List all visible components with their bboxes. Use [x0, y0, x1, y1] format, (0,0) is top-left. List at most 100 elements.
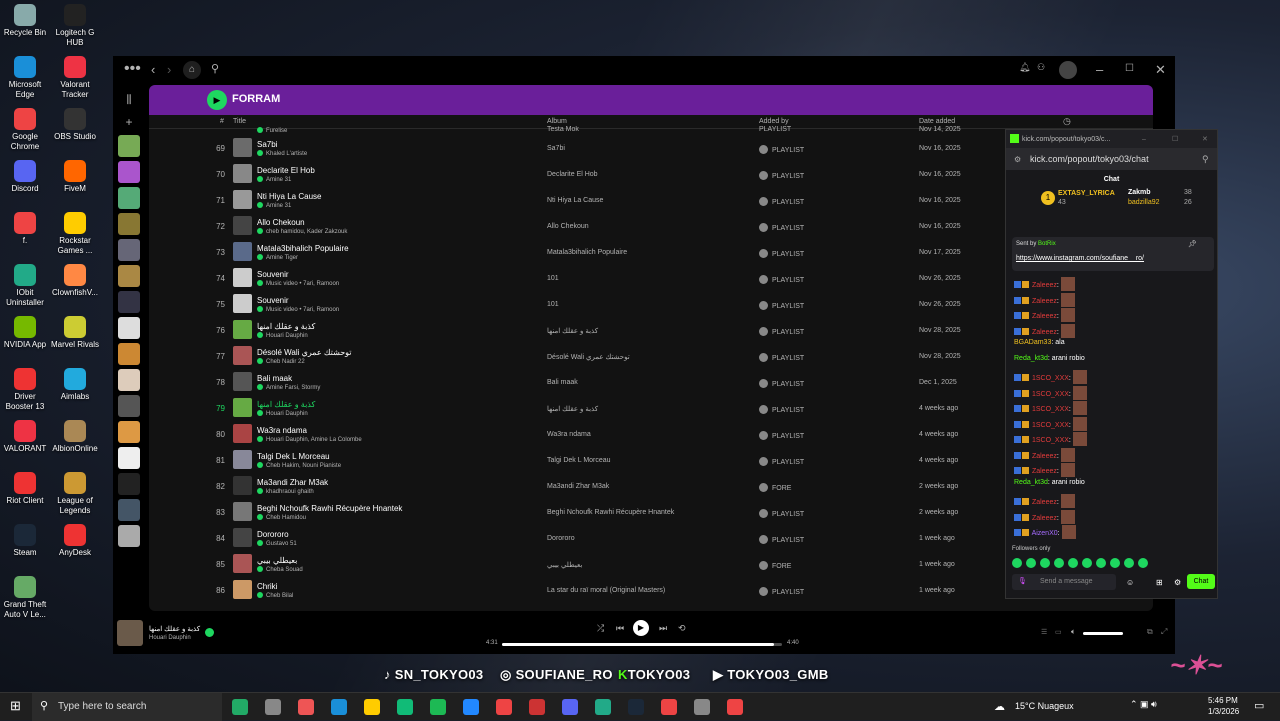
added-by[interactable]: FORE	[759, 561, 791, 570]
library-item[interactable]	[118, 265, 140, 287]
search-icon[interactable]: ⚲	[211, 62, 219, 75]
chat-username[interactable]: Zaleeez	[1032, 453, 1057, 460]
track-artist[interactable]: Amine Farsi, Stormy	[257, 384, 320, 391]
track-album[interactable]: Bali maak	[547, 379, 578, 386]
chat-message[interactable]: AizenX0:	[1014, 525, 1076, 539]
track-artist[interactable]: Houari Dauphin	[257, 332, 308, 339]
emote-icon[interactable]	[1054, 558, 1064, 568]
windows-start-icon[interactable]: ⊞	[10, 698, 21, 714]
desktop-icon[interactable]: VALORANT	[0, 420, 50, 454]
track-artist[interactable]: Cheb Nadir 22	[257, 358, 305, 365]
track-title[interactable]: بعيطلي بيبي	[257, 556, 297, 565]
desktop-icon[interactable]: AlbionOnline	[50, 420, 100, 454]
chat-message[interactable]: Zaleeez:	[1014, 509, 1075, 524]
desktop-icon[interactable]: ClownfishV...	[50, 264, 100, 298]
track-title[interactable]: Ma3andi Zhar M3ak	[257, 478, 328, 487]
more-menu-icon[interactable]: •••	[124, 60, 141, 78]
chat-message[interactable]: Zaleeez:	[1014, 494, 1075, 508]
desktop-icon[interactable]: Aimlabs	[50, 368, 100, 402]
track-artist[interactable]: Amine 31	[257, 176, 291, 183]
added-by[interactable]: PLAYLIST	[759, 457, 804, 466]
col-date-added[interactable]: Date added	[919, 118, 955, 125]
library-item[interactable]	[118, 473, 140, 495]
taskbar-app-icon[interactable]	[694, 699, 710, 715]
track-artist[interactable]: Amine Tiger	[257, 254, 298, 261]
emote-icon[interactable]	[1068, 558, 1078, 568]
top-gifter-name[interactable]: EXTASY_LYRICA	[1058, 190, 1115, 197]
table-row[interactable]: 74 Souvenir Music video • 7ari, Ramoon 101 P…	[149, 265, 1153, 291]
library-item[interactable]	[118, 187, 140, 209]
track-artist[interactable]: Khaled L'artiste	[257, 150, 307, 157]
pinned-user[interactable]: BotRix	[1038, 241, 1056, 247]
chat-username[interactable]: Zaleeez	[1032, 298, 1057, 305]
desktop-icon[interactable]: NVIDIA App	[0, 316, 50, 350]
desktop-icon[interactable]: Logitech G HUB	[50, 4, 100, 48]
track-artist[interactable]: Gustavo 51	[257, 540, 297, 547]
desktop-icon[interactable]: IObit Uninstaller	[0, 264, 50, 308]
gifter-3-name[interactable]: badzilla92	[1128, 199, 1160, 206]
track-title[interactable]: Nti Hiya La Cause	[257, 192, 321, 201]
track-title[interactable]: Talgi Dek L Morceau	[257, 452, 330, 461]
previous-icon[interactable]: ⏮	[616, 623, 624, 634]
emote-bar[interactable]	[1012, 558, 1152, 568]
col-num[interactable]: #	[220, 118, 224, 125]
site-info-icon[interactable]: ⚙	[1014, 155, 1021, 164]
chat-message[interactable]: 1SCO_XXX:	[1014, 401, 1087, 415]
added-by[interactable]: PLAYLIST	[759, 327, 804, 336]
chat-message[interactable]: 1SCO_XXX:	[1014, 432, 1087, 446]
library-item[interactable]	[118, 421, 140, 443]
next-icon[interactable]: ⏭	[659, 623, 667, 634]
track-title[interactable]: Sa7bi	[257, 140, 277, 149]
chat-message[interactable]: Zaleeez:	[1014, 277, 1075, 291]
table-row[interactable]: 72 Allo Chekoun cheb hamidou, Kader Zakzou…	[149, 213, 1153, 239]
taskbar-app-icon[interactable]	[661, 699, 677, 715]
library-item[interactable]	[118, 161, 140, 183]
track-artist[interactable]: Cheba Souad	[257, 566, 303, 573]
chat-username[interactable]: Reda_kt3d	[1014, 355, 1048, 362]
message-input[interactable]: Send a message 🎙︎	[1012, 574, 1116, 590]
notifications-icon[interactable]: ▭	[1254, 699, 1264, 712]
library-item[interactable]	[118, 239, 140, 261]
table-row[interactable]: 80 Wa3ra ndama Houari Dauphin, Amine La Co…	[149, 421, 1153, 447]
library-item[interactable]	[118, 395, 140, 417]
table-row[interactable]: 70 Declarite El Hob Amine 31 Declarite El H…	[149, 161, 1153, 187]
chat-message[interactable]: 1SCO_XXX:	[1014, 370, 1087, 384]
minimize-icon[interactable]: –	[1096, 62, 1103, 77]
avatar[interactable]	[1059, 61, 1077, 79]
shuffle-icon[interactable]: ⤮	[597, 623, 604, 634]
track-artist[interactable]: Cheb Hakim, Nouni Pianiste	[257, 462, 341, 469]
added-by[interactable]: FORE	[759, 483, 791, 492]
track-artist[interactable]: cheb hamidou, Kader Zakzouk	[257, 228, 347, 235]
added-by[interactable]: PLAYLIST	[759, 171, 804, 180]
table-row[interactable]: 84 Dorororo Gustavo 51 Dorororo PLAYLIST 1 we…	[149, 525, 1153, 551]
added-by[interactable]: PLAYLIST	[759, 535, 804, 544]
taskbar-app-icon[interactable]	[265, 699, 281, 715]
table-row[interactable]: 73 Matala3bihalich Populaire Amine Tiger Ma…	[149, 239, 1153, 265]
library-item[interactable]	[118, 525, 140, 547]
library-item[interactable]	[118, 499, 140, 521]
chat-username[interactable]: 1SCO_XXX	[1032, 437, 1069, 444]
col-title[interactable]: Title	[233, 118, 246, 125]
chat-message[interactable]: 1SCO_XXX:	[1014, 416, 1087, 431]
track-title[interactable]: كذبة و عقلك امنها	[257, 322, 315, 331]
table-row[interactable]: 71 Nti Hiya La Cause Amine 31 Nti Hiya La C…	[149, 187, 1153, 213]
close-icon[interactable]: ✕	[1155, 62, 1166, 78]
track-title[interactable]: كذبة و عقلك امنها	[257, 400, 315, 409]
library-icon[interactable]: ⫼	[113, 94, 145, 107]
taskbar-app-icon[interactable]	[397, 699, 413, 715]
track-title[interactable]: Declarite El Hob	[257, 166, 315, 175]
desktop-icon[interactable]: Google Chrome	[0, 108, 50, 152]
chat-message[interactable]: Zaleeez:	[1014, 463, 1075, 477]
forward-icon[interactable]: ›	[167, 62, 171, 77]
now-playing-art[interactable]	[117, 620, 143, 646]
chat-message[interactable]: Zaleeez:	[1014, 447, 1075, 462]
table-row[interactable]: 81 Talgi Dek L Morceau Cheb Hakim, Nouni P…	[149, 447, 1153, 473]
volume-slider[interactable]	[1083, 632, 1123, 635]
taskbar-app-icon[interactable]	[727, 699, 743, 715]
added-by[interactable]: PLAYLIST	[759, 223, 804, 232]
chat-message[interactable]: 1SCO_XXX:	[1014, 385, 1087, 400]
track-title[interactable]: Chriki	[257, 582, 277, 591]
emote-icon[interactable]	[1026, 558, 1036, 568]
track-album[interactable]: بعيطلي بيبي	[547, 561, 582, 569]
zoom-icon[interactable]: ⚲	[1202, 154, 1209, 165]
